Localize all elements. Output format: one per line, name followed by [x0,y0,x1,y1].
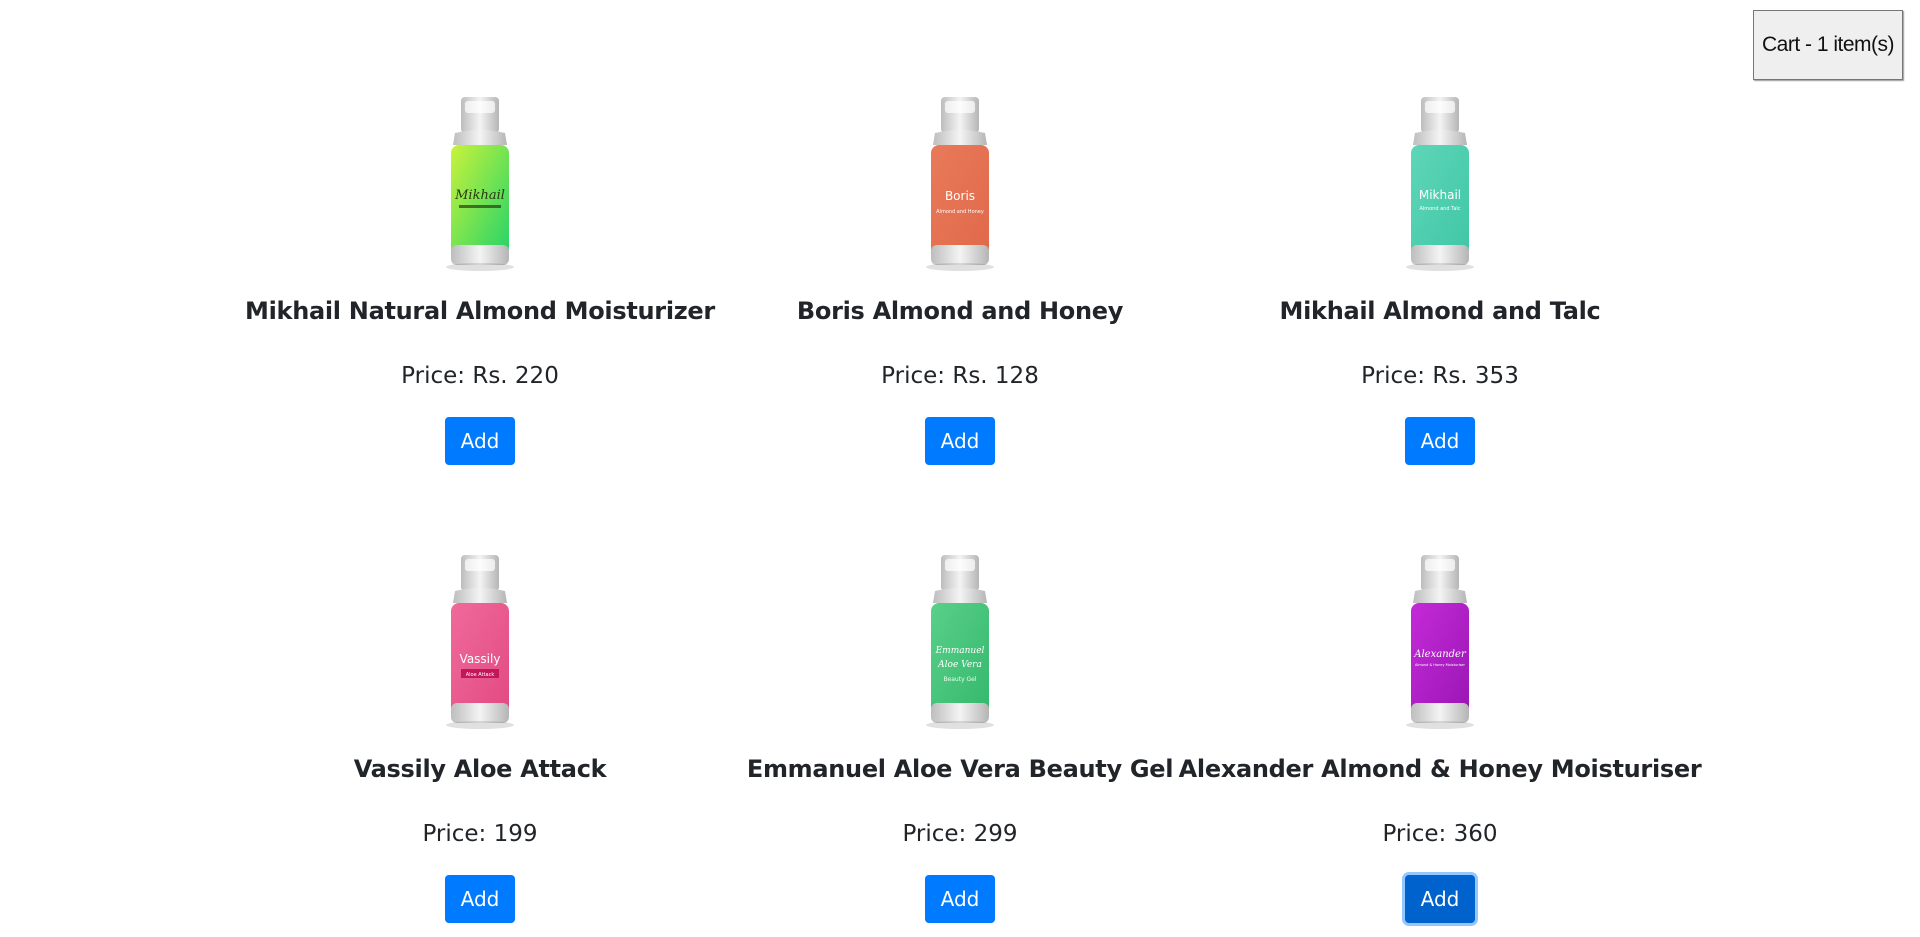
product-image: Alexander Almond & Honey Moisturiser [1406,555,1474,729]
product-name: Mikhail Almond and Talc [1279,297,1601,325]
product-price: Price: Rs. 353 [1361,363,1519,389]
svg-text:Aloe Vera: Aloe Vera [937,660,982,670]
product-price: Price: 299 [902,821,1018,847]
add-button[interactable]: Add [445,875,515,923]
product-name: Emmanuel Aloe Vera Beauty Gel [746,755,1174,783]
svg-text:Beauty Gel: Beauty Gel [943,676,976,683]
product-price: Price: Rs. 128 [881,363,1039,389]
add-button[interactable]: Add [925,417,995,465]
add-button[interactable]: Add [1405,417,1475,465]
page: Cart - 1 item(s) Mikhail Mikhail Natural… [0,0,1920,937]
product-name: Boris Almond and Honey [796,297,1124,325]
svg-text:Almond and Honey: Almond and Honey [936,209,984,215]
svg-text:Aloe Attack: Aloe Attack [466,672,495,678]
product-image: Mikhail Almond and Talc [1406,97,1474,271]
product-card: Alexander Almond & Honey Moisturiser Ale… [1179,553,1702,923]
product-card: Mikhail Almond and Talc Mikhail Almond a… [1200,95,1680,465]
svg-text:Almond & Honey Moisturiser: Almond & Honey Moisturiser [1415,663,1466,667]
product-card: Vassily Aloe Attack Vassily Aloe Attack … [240,553,720,923]
product-image: Emmanuel Aloe Vera Beauty Gel [926,555,994,729]
add-button[interactable]: Add [925,875,995,923]
product-card: Emmanuel Aloe Vera Beauty Gel Emmanuel A… [720,553,1200,923]
add-button[interactable]: Add [1405,875,1475,923]
product-name: Mikhail Natural Almond Moisturizer [245,297,715,325]
product-image: Mikhail [446,97,514,271]
product-image: Vassily Aloe Attack [446,555,514,729]
svg-text:Alexander: Alexander [1413,649,1467,660]
svg-text:Mikhail: Mikhail [1419,188,1461,202]
svg-text:Boris: Boris [945,189,975,203]
svg-text:Vassily: Vassily [460,652,501,666]
product-image: Boris Almond and Honey [926,97,994,271]
product-price: Price: 199 [422,821,538,847]
product-card: Mikhail Mikhail Natural Almond Moisturiz… [240,95,720,465]
product-card: Boris Almond and Honey Boris Almond and … [720,95,1200,465]
svg-text:Almond and Talc: Almond and Talc [1419,206,1460,212]
product-name: Alexander Almond & Honey Moisturiser [1178,755,1702,783]
product-price: Price: 360 [1382,821,1498,847]
svg-text:Mikhail: Mikhail [454,188,505,203]
product-grid: Mikhail Mikhail Natural Almond Moisturiz… [0,0,1920,937]
svg-text:Emmanuel: Emmanuel [935,646,985,656]
product-price: Price: Rs. 220 [401,363,559,389]
add-button[interactable]: Add [445,417,515,465]
product-name: Vassily Aloe Attack [353,755,607,783]
